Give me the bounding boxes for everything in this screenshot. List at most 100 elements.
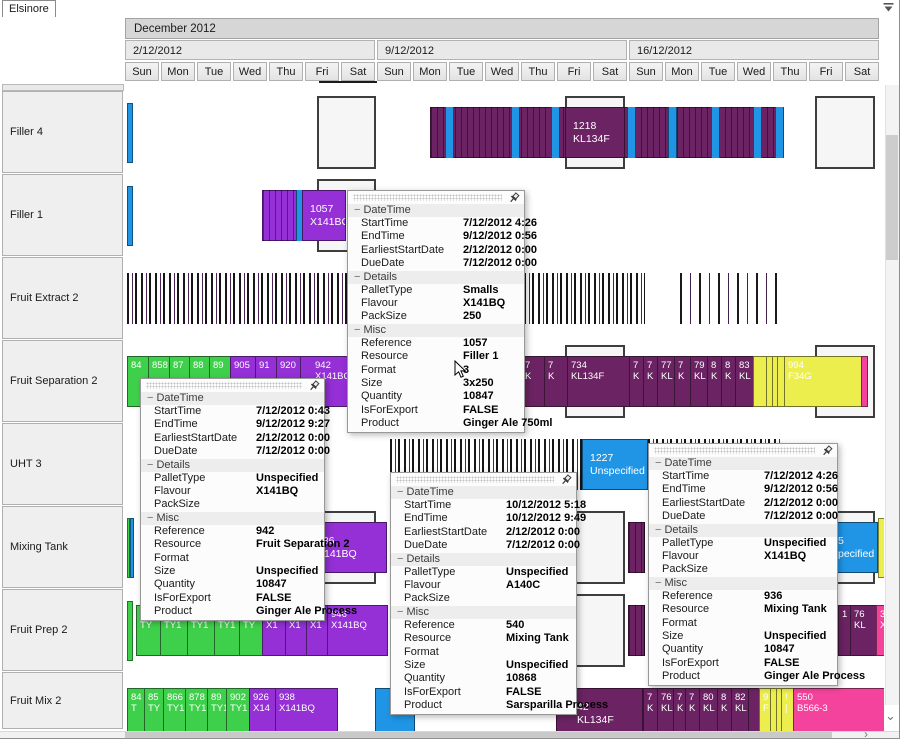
gantt-bar[interactable] [628,522,645,573]
tooltip-section-header[interactable]: −Misc [649,577,837,590]
bar-label: 1057X141BQ [303,191,345,240]
bar-segment[interactable]: 77KL [657,356,675,407]
segment-label-line: K [678,371,690,382]
horizontal-scrollbar-thumb[interactable] [125,732,832,739]
bar-segment[interactable]: 80KL [699,688,718,731]
bar-segment[interactable]: 85TY [144,688,164,731]
tooltip-row: Format [141,552,324,565]
gantt-bar[interactable] [262,190,302,241]
day-header: Mon [665,62,699,81]
tooltip-row: EarliestStartDate2/12/2012 0:00 [649,497,837,510]
bar-segment[interactable]: 734KL134F [567,356,630,407]
bar-segment[interactable]: 76KL [850,605,877,656]
bar-segment[interactable] [861,356,868,407]
collapse-minus-icon: − [397,486,403,498]
gantt-bar[interactable] [127,103,133,163]
tooltip-grip[interactable] [348,191,524,204]
bar-segment[interactable]: 8K [717,688,732,731]
bar-segment[interactable]: 76KL [657,688,674,731]
tooltip-section-header[interactable]: −DateTime [141,392,324,405]
segment-label-line: 7 [647,692,657,703]
bar-segment[interactable]: 926X14 [249,688,276,731]
gantt-bar-batch[interactable] [127,273,347,324]
segment-label-line: 87 [173,360,189,371]
scroll-right-icon[interactable]: › [856,729,876,739]
segment-label-line: K [633,371,643,382]
vertical-scrollbar-thumb[interactable] [886,135,898,260]
segment-label-line: K [721,703,731,714]
tooltip-row: SizeUnspecified [391,659,576,672]
bar-segment[interactable]: 8K [707,356,722,407]
gantt-bar[interactable]: 1227Unspecified [582,439,648,490]
bar-segment[interactable] [753,356,767,407]
gantt-bar[interactable] [878,518,884,578]
tooltip-section-header[interactable]: −Details [391,553,576,566]
segment-label-line: KL [854,620,876,631]
tooltip-field-label: PackSize [348,310,463,323]
tooltip-grip[interactable] [141,379,324,392]
gantt-bar[interactable]: 1218KL134F [565,107,625,158]
pin-icon[interactable] [308,380,320,392]
bar-segment[interactable]: 550B566-3 [793,688,884,731]
segment-label-line: KL [694,371,707,382]
tab-elsinore[interactable]: Elsinore [2,0,56,17]
bar-segment[interactable]: 7K [685,688,700,731]
tooltip-section-header[interactable]: −Misc [141,512,324,525]
bar-segment[interactable]: 89TY1 [207,688,227,731]
tooltip-grip[interactable] [649,444,837,457]
tooltip-section-header[interactable]: −Details [348,271,524,284]
tooltip-field-label: Flavour [141,485,256,498]
bar-segment[interactable]: 8K [721,356,736,407]
tooltip-section-header[interactable]: −Misc [348,324,524,337]
gantt-bar-batch[interactable] [680,273,782,324]
pin-icon[interactable] [821,445,833,457]
bar-segment[interactable]: 994F34G [784,356,862,407]
bar-segment[interactable]: 7K [643,688,658,731]
bar-segment[interactable]: 82KL [731,688,749,731]
bar-segment[interactable]: 866TY1 [163,688,186,731]
gantt-bar[interactable] [130,518,134,578]
tooltip-section-header[interactable]: −Misc [391,606,576,619]
tooltip-section-header[interactable]: −DateTime [391,486,576,499]
tooltip-section-header[interactable]: −Details [649,524,837,537]
tooltip-section-header[interactable]: −Details [141,459,324,472]
collapse-icon[interactable] [882,2,895,14]
gantt-bar[interactable] [127,186,133,246]
bar-segment[interactable]: 83KL [735,356,754,407]
tooltip-section-header[interactable]: −DateTime [348,204,524,217]
gantt-bar[interactable] [628,605,645,656]
bar-segment[interactable]: 7K [674,356,691,407]
bar-stripe [445,107,454,158]
segment-label-line: 858 [152,360,169,371]
bar-stripe [627,107,636,158]
resource-row-label: Fruit Separation 2 [2,340,123,422]
bar-segment[interactable]: 79KL [690,356,708,407]
pin-icon[interactable] [508,192,520,204]
tooltip-field-value: FALSE [764,657,799,670]
bar-segment[interactable]: 878TY1 [185,688,208,731]
tooltip-grip[interactable] [391,473,576,486]
placeholder-box[interactable] [317,96,376,169]
bar-label-line: X141BQ [310,216,345,229]
tooltip-row: DueDate7/12/2012 0:00 [348,257,524,270]
bar-segment[interactable]: 7K [643,356,658,407]
pin-icon[interactable] [560,474,572,486]
bar-segment[interactable]: 84T [127,688,145,731]
bar-segment[interactable]: 938X141BQ [275,688,338,731]
segment-label-line: TY1 [230,703,249,714]
details-tooltip: −DateTimeStartTime7/12/2012 4:26EndTime9… [648,443,838,686]
gantt-bar[interactable] [127,601,133,661]
tooltip-field-label: DueDate [141,445,256,458]
scroll-down-icon[interactable]: ⌄ [882,704,899,730]
segment-label-line: K [677,703,685,714]
bar-segment[interactable]: 3X1 [876,605,884,656]
bar-label: 1218KL134F [566,108,624,157]
bar-segment[interactable]: 7K [629,356,644,407]
bar-segment[interactable]: 7K [544,356,568,407]
placeholder-box[interactable] [815,96,875,169]
bar-segment[interactable]: 902TY1 [226,688,250,731]
week-header: 16/12/2012 [629,40,879,60]
gantt-bar[interactable]: 1057X141BQ [302,190,346,241]
tooltip-section-header[interactable]: −DateTime [649,457,837,470]
tooltip-field-label: Resource [141,538,256,551]
